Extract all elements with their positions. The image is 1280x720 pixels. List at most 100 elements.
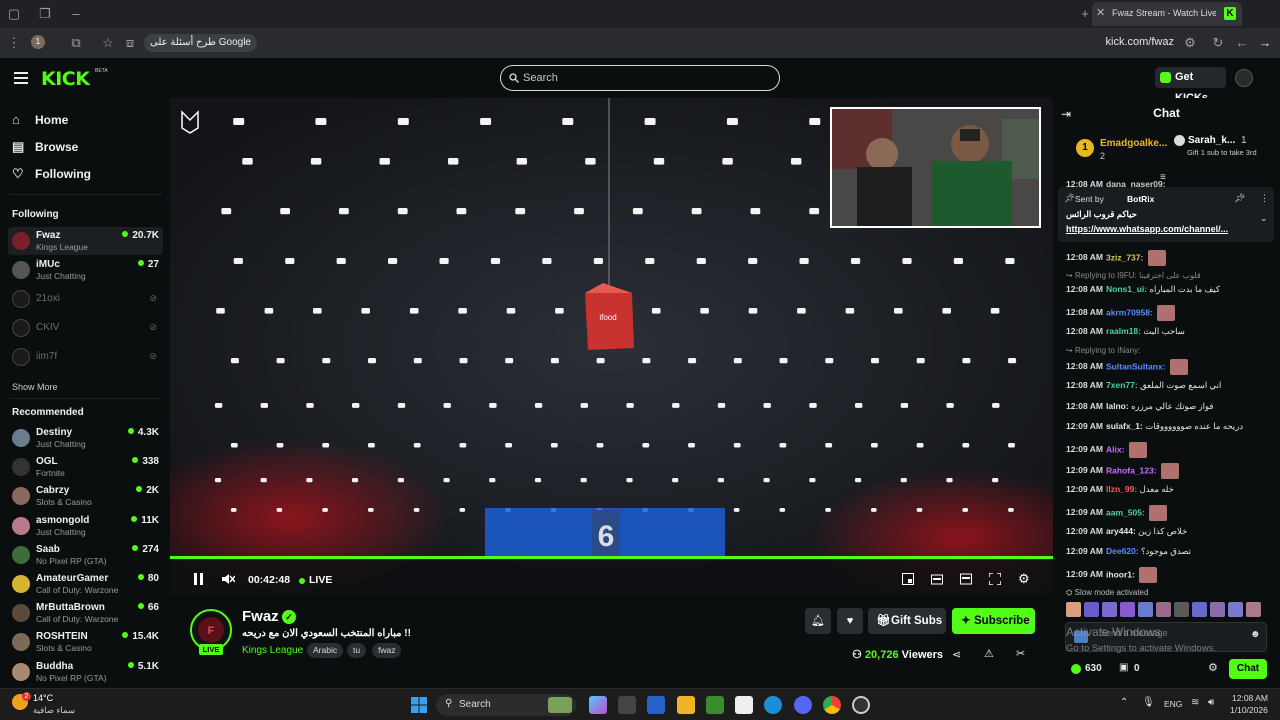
volume-icon[interactable]: 🔊︎ bbox=[1208, 697, 1214, 708]
chevron-up-icon[interactable]: ⌃ bbox=[1120, 697, 1128, 708]
new-tab-icon[interactable]: + bbox=[1077, 6, 1093, 22]
hamburger-menu-icon[interactable] bbox=[14, 72, 28, 84]
message-user[interactable]: llzn_99: bbox=[1106, 484, 1137, 494]
app-switch-icon[interactable]: ▢ bbox=[6, 6, 22, 22]
gifter-name[interactable]: Sarah_k... bbox=[1188, 135, 1235, 146]
emote-icon[interactable] bbox=[1156, 602, 1171, 617]
message-user[interactable]: Rahofa_123: bbox=[1106, 465, 1157, 475]
chat-settings-icon[interactable]: ⚙ bbox=[1208, 661, 1218, 674]
collections-icon[interactable]: ⧈ bbox=[122, 35, 138, 51]
channel-ckiv[interactable]: CKIV ⊘ bbox=[8, 314, 163, 342]
restore-icon[interactable]: ❐ bbox=[37, 6, 53, 22]
channel-imuc[interactable]: iMUc Just Chatting 27 bbox=[8, 256, 163, 284]
tag-fwaz[interactable]: fwaz bbox=[372, 643, 402, 658]
emote-icon[interactable] bbox=[1138, 602, 1153, 617]
tab-close-icon[interactable]: ✕ bbox=[1096, 6, 1105, 19]
recommended-channel[interactable]: MrButtaBrown Call of Duty: Warzone 66 bbox=[8, 599, 163, 627]
forward-icon[interactable]: → bbox=[1257, 35, 1273, 51]
kick-logo[interactable]: KICK bbox=[41, 68, 90, 90]
picture-in-picture-icon[interactable] bbox=[960, 573, 972, 585]
input-language[interactable]: ENG bbox=[1164, 699, 1182, 709]
smiley-icon[interactable]: ☻ bbox=[1250, 629, 1261, 640]
live-label[interactable]: LIVE bbox=[309, 574, 332, 586]
get-kicks-button[interactable]: Get KICKs bbox=[1155, 67, 1226, 104]
pinned-link[interactable]: https://www.whatsapp.com/channel/... bbox=[1066, 224, 1228, 234]
recommended-channel[interactable]: Destiny Just Chatting 4.3K bbox=[8, 424, 163, 452]
unpin-icon[interactable]: 📌︎ bbox=[1234, 193, 1245, 204]
share-icon[interactable]: ⋖ bbox=[952, 648, 961, 661]
fullscreen-icon[interactable] bbox=[989, 573, 1001, 585]
notification-bell-button[interactable]: 🔔︎ bbox=[805, 608, 831, 634]
message-user[interactable]: 3ziz_737: bbox=[1106, 252, 1143, 262]
show-more-link[interactable]: Show More bbox=[12, 382, 58, 392]
emote-icon[interactable] bbox=[1246, 602, 1261, 617]
defender-icon[interactable] bbox=[647, 696, 665, 714]
message-user[interactable]: raalm18: bbox=[1106, 326, 1141, 336]
chrome-icon[interactable] bbox=[823, 696, 841, 714]
emote-icon[interactable] bbox=[1210, 602, 1225, 617]
more-options-icon[interactable]: ⋮ bbox=[1260, 193, 1269, 204]
chevron-down-icon[interactable]: ⌄ bbox=[1260, 213, 1268, 224]
recommended-channel[interactable]: asmongold Just Chatting 11K bbox=[8, 512, 163, 540]
clip-icon[interactable]: ✂ bbox=[1016, 647, 1025, 660]
recommended-channel[interactable]: ROSHTEIN Slots & Casino 15.4K bbox=[8, 628, 163, 656]
edge-icon[interactable] bbox=[764, 696, 782, 714]
send-chat-button[interactable]: Chat bbox=[1229, 659, 1267, 679]
task-view-icon[interactable] bbox=[618, 696, 636, 714]
playback-progress-bar[interactable] bbox=[170, 556, 1053, 559]
tag-arabic[interactable]: Arabic bbox=[307, 643, 344, 658]
channel-fwaz[interactable]: Fwaz Kings League 20.7K bbox=[8, 227, 163, 255]
windows-start-icon[interactable] bbox=[411, 697, 427, 713]
gift-subs-button[interactable]: 🎁︎ Gift Subs bbox=[868, 608, 946, 634]
menu-dots-icon[interactable]: ⋮ bbox=[6, 35, 22, 51]
minimize-icon[interactable]: – bbox=[68, 6, 84, 22]
recommended-channel[interactable]: Saab No Pixel RP (GTA) 274 bbox=[8, 541, 163, 569]
video-player[interactable]: ifood 6 00:42:48 LIVE ⚙ bbox=[170, 98, 1053, 593]
clock-date[interactable]: 1/10/2026 bbox=[1230, 705, 1268, 715]
emote-icon[interactable] bbox=[1084, 602, 1099, 617]
message-user[interactable]: SultanSultanx: bbox=[1106, 361, 1166, 371]
message-user[interactable]: Alix: bbox=[1106, 444, 1124, 454]
mute-icon[interactable] bbox=[221, 573, 235, 585]
star-icon[interactable]: ☆ bbox=[100, 35, 116, 51]
message-user[interactable]: aam_505: bbox=[1106, 507, 1145, 517]
message-user[interactable]: ihoor1: bbox=[1106, 569, 1135, 579]
message-user[interactable]: akrm70958: bbox=[1106, 307, 1153, 317]
settings-gear-icon[interactable]: ⚙ bbox=[1018, 571, 1030, 587]
kicks-balance[interactable]: 630 bbox=[1085, 663, 1102, 674]
extensions-icon[interactable]: ⧉ bbox=[68, 35, 84, 51]
message-user[interactable]: ary444: bbox=[1106, 526, 1136, 536]
recommended-channel[interactable]: Buddha No Pixel RP (GTA) 5.1K bbox=[8, 658, 163, 686]
wifi-icon[interactable]: ≋ bbox=[1191, 697, 1199, 708]
pause-icon[interactable] bbox=[193, 573, 204, 585]
channel-iim7f[interactable]: iim7f ⊘ bbox=[8, 343, 163, 371]
message-user[interactable]: Dee620: bbox=[1106, 546, 1139, 556]
user-avatar[interactable] bbox=[1235, 69, 1253, 87]
emote-icon[interactable] bbox=[1192, 602, 1207, 617]
stream-category[interactable]: Kings League bbox=[242, 645, 303, 656]
back-icon[interactable]: ← bbox=[1234, 35, 1250, 51]
reload-icon[interactable]: ↻ bbox=[1210, 35, 1226, 51]
search-input[interactable]: Search bbox=[500, 65, 780, 91]
file-explorer-icon[interactable] bbox=[677, 696, 695, 714]
subscribe-button[interactable]: ✦ Subscribe bbox=[952, 608, 1035, 634]
clock-time[interactable]: 12:08 AM bbox=[1232, 693, 1268, 703]
mini-player-icon[interactable] bbox=[902, 573, 914, 585]
tag-tu[interactable]: tu bbox=[347, 643, 367, 658]
theater-mode-icon[interactable] bbox=[931, 573, 943, 585]
recommended-channel[interactable]: Cabrzy Slots & Casino 2K bbox=[8, 482, 163, 510]
emote-icon[interactable] bbox=[1120, 602, 1135, 617]
recommended-channel[interactable]: OGL Fortnite 338 bbox=[8, 453, 163, 481]
url-text[interactable]: kick.com/fwaz bbox=[1106, 36, 1174, 48]
copilot-icon[interactable] bbox=[589, 696, 607, 714]
site-settings-icon[interactable]: ⚙ bbox=[1182, 35, 1198, 51]
google-ask-chip[interactable]: طرح أسئلة على Google bbox=[144, 34, 257, 52]
message-user[interactable]: 7xen77: bbox=[1106, 380, 1138, 390]
emote-icon[interactable] bbox=[1066, 602, 1081, 617]
message-user[interactable]: sulafx_1: bbox=[1106, 421, 1143, 431]
emote-icon[interactable] bbox=[1228, 602, 1243, 617]
taskbar-search[interactable]: ⚲ Search bbox=[436, 694, 576, 716]
gifter-name[interactable]: Emadgoalke... bbox=[1100, 138, 1167, 149]
channel-21oxi[interactable]: 21oxi ⊘ bbox=[8, 285, 163, 313]
microphone-icon[interactable]: 🎙︎ bbox=[1142, 697, 1155, 708]
